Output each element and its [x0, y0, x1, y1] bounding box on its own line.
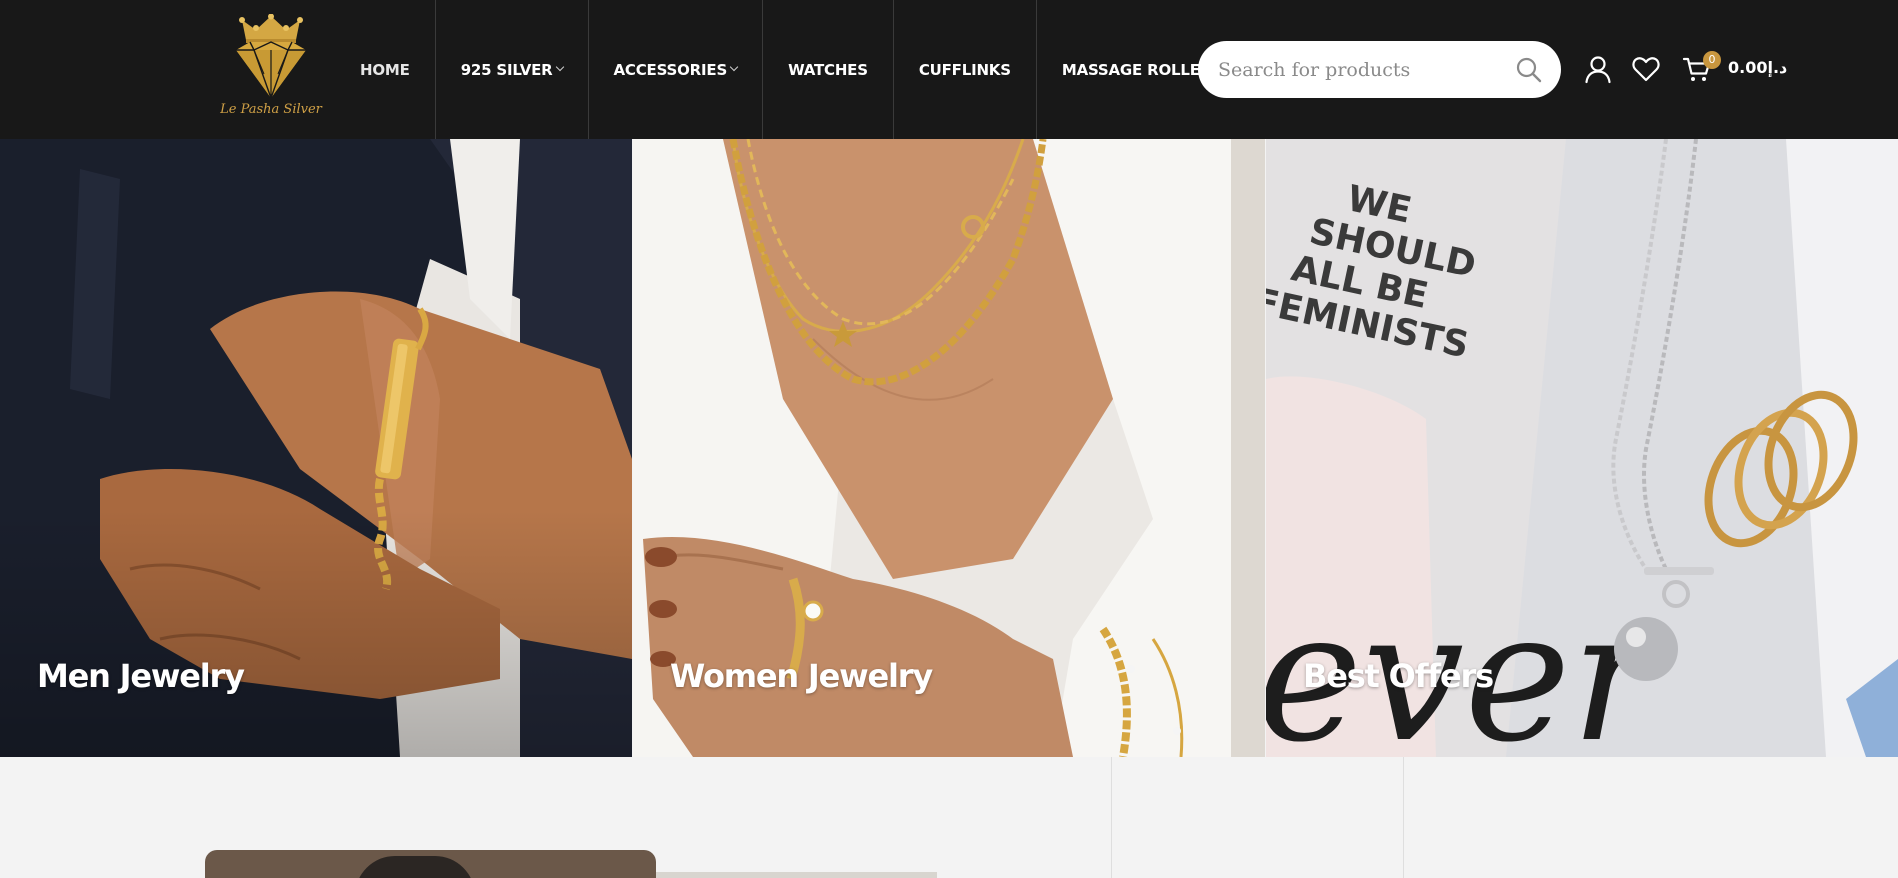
nav-item-label: HOME [360, 60, 410, 79]
user-icon[interactable] [1583, 54, 1613, 84]
nav-item-label: MASSAGE ROLLER [1061, 60, 1212, 79]
column-divider [1111, 757, 1112, 878]
search-bar [1198, 41, 1561, 98]
nav-item-accessories[interactable]: ACCESSORIES [587, 0, 763, 139]
nav-item-cufflinks[interactable]: CUFFLINKS [892, 0, 1036, 139]
chevron-down-icon [729, 62, 739, 71]
category-banner-men[interactable]: Men Jewelry [0, 139, 632, 757]
nav-item-label: WATCHES [788, 60, 868, 79]
category-banner-best-offers[interactable]: WE SHOULD ALL BE FEMINISTS ever Best Off… [1266, 139, 1898, 757]
category-banner-women[interactable]: Women Jewelry [633, 139, 1265, 757]
column-divider [1403, 757, 1404, 878]
category-title: Women Jewelry [670, 657, 933, 695]
main-nav: HOME 925 SILVER ACCESSORIES WATCHES CUFF… [335, 0, 1236, 139]
crown-diamond-icon [236, 14, 306, 98]
category-title: Best Offers [1303, 657, 1494, 695]
model-hair [355, 856, 475, 878]
logo-wordmark: Le Pasha Silver [220, 102, 322, 117]
search-icon[interactable] [1515, 56, 1543, 84]
nav-item-925-silver[interactable]: 925 SILVER [434, 0, 588, 139]
site-header: Le Pasha Silver HOME 925 SILVER ACCESSOR… [0, 0, 1898, 139]
promo-image-model[interactable] [205, 850, 656, 878]
cart-total[interactable]: 0.00د.إ [1728, 58, 1787, 77]
heart-icon[interactable] [1631, 54, 1661, 84]
category-title: Men Jewelry [37, 657, 245, 695]
chevron-down-icon [555, 62, 564, 71]
cart-count-badge: 0 [1703, 51, 1721, 69]
nav-item-watches[interactable]: WATCHES [762, 0, 893, 139]
nav-item-home[interactable]: HOME [335, 0, 435, 139]
nav-item-label: ACCESSORIES [613, 60, 728, 79]
nav-item-label: CUFFLINKS [918, 60, 1011, 79]
site-logo[interactable]: Le Pasha Silver [216, 14, 326, 122]
search-input[interactable] [1218, 41, 1508, 98]
nav-item-label: 925 SILVER [460, 60, 553, 79]
